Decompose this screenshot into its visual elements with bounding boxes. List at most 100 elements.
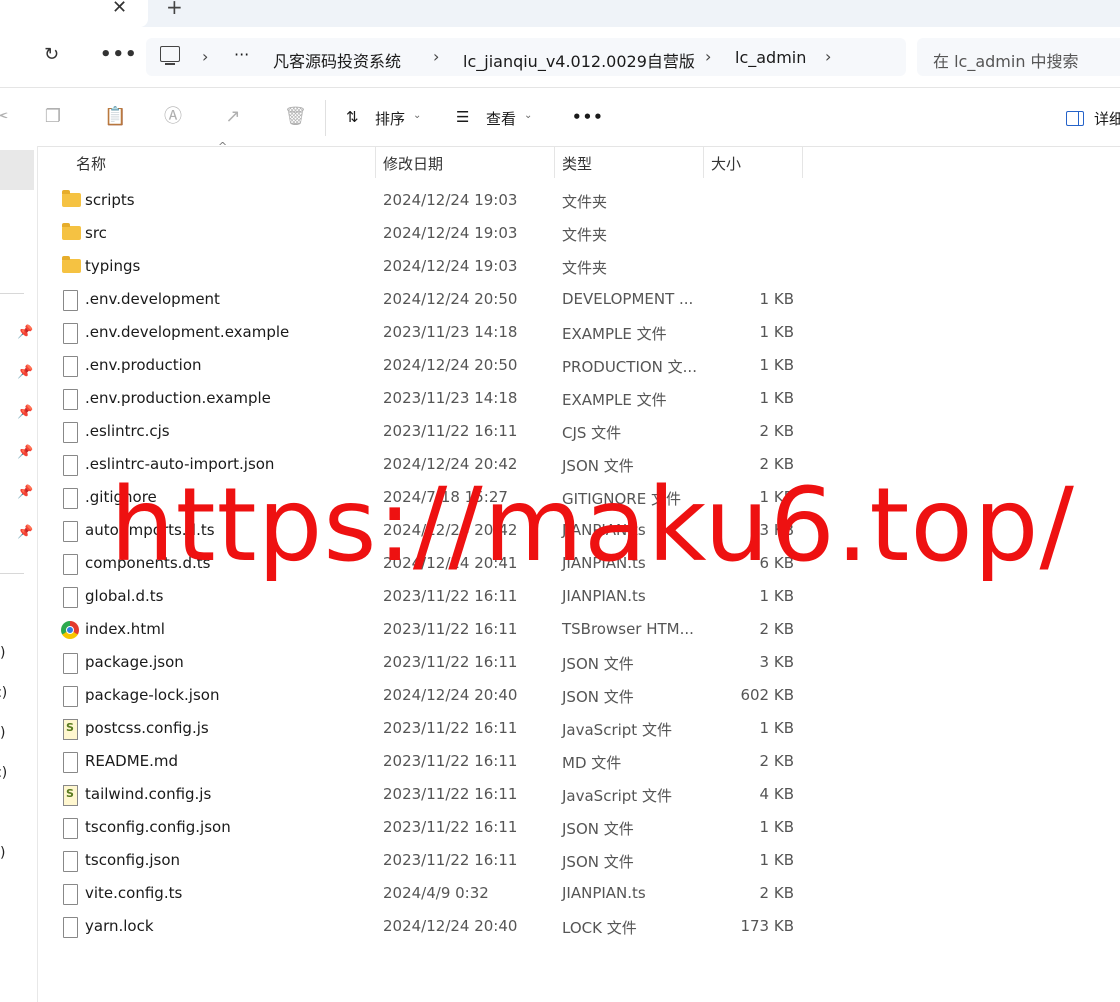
- file-row[interactable]: src 2024/12/24 19:03 文件夹: [0, 217, 1120, 250]
- more-options-button[interactable]: •••: [572, 108, 604, 126]
- file-row[interactable]: typings 2024/12/24 19:03 文件夹: [0, 250, 1120, 283]
- file-type: MD 文件: [562, 754, 622, 772]
- file-row[interactable]: vite.config.ts 2024/4/9 0:32 JIANPIAN.ts 2 …: [0, 877, 1120, 910]
- copy-icon[interactable]: ❐: [44, 108, 62, 126]
- file-row[interactable]: postcss.config.js 2023/11/22 16:11 JavaScr…: [0, 712, 1120, 745]
- column-separator[interactable]: [703, 146, 704, 178]
- file-size: 1 KB: [759, 818, 794, 836]
- file-row[interactable]: tailwind.config.js 2023/11/22 16:11 JavaSc…: [0, 778, 1120, 811]
- file-row[interactable]: yarn.lock 2024/12/24 20:40 LOCK 文件 173 KB: [0, 910, 1120, 943]
- file-modified: 2023/11/22 16:11: [383, 587, 518, 605]
- file-size: 1 KB: [759, 290, 794, 308]
- column-separator[interactable]: [554, 146, 555, 178]
- sort-icon[interactable]: ⇅: [346, 108, 359, 126]
- file-name: .eslintrc.cjs: [85, 422, 170, 440]
- file-modified: 2024/4/9 0:32: [383, 884, 489, 902]
- file-icon: [63, 356, 78, 377]
- paste-icon[interactable]: 📋: [104, 108, 126, 126]
- column-separator[interactable]: [802, 146, 803, 178]
- file-row[interactable]: package.json 2023/11/22 16:11 JSON 文件 3 KB: [0, 646, 1120, 679]
- sort-button[interactable]: 排序: [375, 108, 405, 129]
- file-row[interactable]: index.html 2023/11/22 16:11 TSBrowser HTM.…: [0, 613, 1120, 646]
- file-modified: 2023/11/23 14:18: [383, 389, 518, 407]
- file-icon: [63, 323, 78, 344]
- file-size: 602 KB: [740, 686, 794, 704]
- file-size: 2 KB: [759, 884, 794, 902]
- chevron-right-icon[interactable]: ›: [825, 47, 831, 66]
- file-name: .env.production: [85, 356, 202, 374]
- file-icon: [63, 851, 78, 872]
- search-input[interactable]: 在 lc_admin 中搜索: [933, 48, 1079, 72]
- file-type: EXAMPLE 文件: [562, 325, 667, 343]
- refresh-icon[interactable]: ↻: [44, 44, 59, 65]
- file-name: .env.production.example: [85, 389, 271, 407]
- file-name: tsconfig.json: [85, 851, 181, 869]
- view-button[interactable]: 查看: [486, 108, 516, 129]
- column-header-size[interactable]: 大小: [711, 153, 741, 174]
- nav-more-icon[interactable]: •••: [100, 44, 138, 65]
- details-button[interactable]: 详细: [1094, 108, 1120, 129]
- file-icon: [63, 818, 78, 839]
- this-pc-icon[interactable]: [160, 46, 180, 62]
- file-row[interactable]: package-lock.json 2024/12/24 20:40 JSON 文件…: [0, 679, 1120, 712]
- file-name: global.d.ts: [85, 587, 164, 605]
- file-row[interactable]: .env.production.example 2023/11/23 14:18 E…: [0, 382, 1120, 415]
- chevron-right-icon[interactable]: ›: [705, 47, 711, 66]
- file-modified: 2024/12/24 20:40: [383, 917, 518, 935]
- view-icon[interactable]: ☰: [456, 108, 469, 126]
- new-tab-button[interactable]: +: [166, 0, 183, 19]
- file-row[interactable]: .env.development.example 2023/11/23 14:18…: [0, 316, 1120, 349]
- file-row[interactable]: README.md 2023/11/22 16:11 MD 文件 2 KB: [0, 745, 1120, 778]
- share-icon[interactable]: ↗: [224, 108, 242, 126]
- file-size: 173 KB: [740, 917, 794, 935]
- column-header-name[interactable]: 名称: [76, 153, 106, 174]
- file-icon: [63, 752, 78, 773]
- file-row[interactable]: scripts 2024/12/24 19:03 文件夹: [0, 184, 1120, 217]
- file-modified: 2024/12/24 20:40: [383, 686, 518, 704]
- file-type: PRODUCTION 文...: [562, 358, 697, 376]
- file-row[interactable]: tsconfig.json 2023/11/22 16:11 JSON 文件 1 KB: [0, 844, 1120, 877]
- file-size: 1 KB: [759, 719, 794, 737]
- column-header-modified[interactable]: 修改日期: [383, 153, 443, 174]
- file-size: 1 KB: [759, 587, 794, 605]
- chevron-right-icon[interactable]: ›: [202, 47, 208, 66]
- chevron-down-icon[interactable]: ⌄: [524, 110, 532, 121]
- breadcrumb-item-2[interactable]: lc_jianqiu_v4.012.0029自营版: [463, 48, 695, 72]
- file-name: vite.config.ts: [85, 884, 183, 902]
- file-modified: 2024/12/24 19:03: [383, 224, 518, 242]
- file-name: tailwind.config.js: [85, 785, 212, 803]
- file-name: yarn.lock: [85, 917, 154, 935]
- chevron-right-icon[interactable]: ›: [433, 47, 439, 66]
- file-size: 1 KB: [759, 851, 794, 869]
- file-row[interactable]: .env.development 2024/12/24 20:50 DEVELOPM…: [0, 283, 1120, 316]
- file-name: postcss.config.js: [85, 719, 209, 737]
- file-name: tsconfig.config.json: [85, 818, 231, 836]
- column-separator[interactable]: [375, 146, 376, 178]
- file-name: README.md: [85, 752, 179, 770]
- chevron-down-icon[interactable]: ⌄: [413, 110, 421, 121]
- file-name: .env.development: [85, 290, 220, 308]
- file-type: DEVELOPMENT ...: [562, 290, 694, 308]
- file-row[interactable]: .eslintrc.cjs 2023/11/22 16:11 CJS 文件 2 KB: [0, 415, 1120, 448]
- details-pane-icon[interactable]: [1066, 111, 1084, 126]
- file-modified: 2023/11/22 16:11: [383, 719, 518, 737]
- breadcrumb-more[interactable]: ···: [234, 45, 249, 64]
- close-tab-icon[interactable]: ✕: [112, 0, 127, 18]
- file-size: 2 KB: [759, 422, 794, 440]
- file-icon: [63, 554, 78, 575]
- delete-icon[interactable]: 🗑: [284, 108, 307, 126]
- breadcrumb-item-1[interactable]: 凡客源码投资系统: [273, 48, 401, 72]
- file-type: JIANPIAN.ts: [562, 587, 646, 605]
- file-row[interactable]: .env.production 2024/12/24 20:50 PRODUCTIO…: [0, 349, 1120, 382]
- rename-icon[interactable]: Ⓐ: [164, 108, 182, 126]
- this-pc-icon-stand: [165, 63, 175, 65]
- breadcrumb-item-3[interactable]: lc_admin: [735, 48, 806, 67]
- file-type: JSON 文件: [562, 820, 634, 838]
- file-row[interactable]: tsconfig.config.json 2023/11/22 16:11 JSON…: [0, 811, 1120, 844]
- file-name: .env.development.example: [85, 323, 290, 341]
- file-type: JavaScript 文件: [562, 787, 672, 805]
- file-icon: [63, 290, 78, 311]
- file-modified: 2024/12/24 20:50: [383, 356, 518, 374]
- column-header-type[interactable]: 类型: [562, 153, 592, 174]
- cut-icon[interactable]: ✂: [0, 108, 10, 126]
